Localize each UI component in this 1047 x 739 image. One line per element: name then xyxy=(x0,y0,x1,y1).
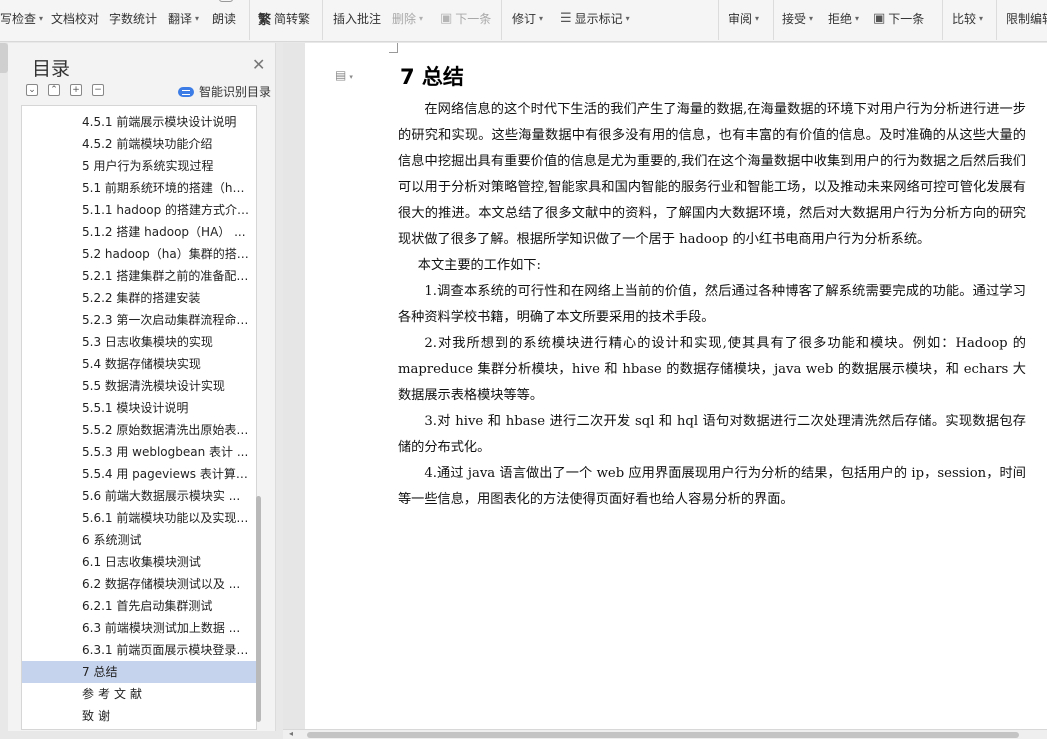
review-pane-button[interactable]: 审阅 ▾ xyxy=(728,0,759,36)
reject-change-button[interactable]: 拒绝 ▾ xyxy=(828,0,859,36)
document-area: ▤ ▾ 7 总结 在网络信息的这个时代下生活的我们产生了海量的数据,在海量数据的环… xyxy=(283,43,1047,729)
toc-item[interactable]: 5.2.1 搭建集群之前的准备配 ... xyxy=(22,265,256,287)
toc-item[interactable]: 5.1 前期系统环境的搭建（ha ... xyxy=(22,177,256,199)
toc-list-container: 4.5.1 前端展示模块设计说明 4.5.2 前端模块功能介绍 5 用户行为系统实现… xyxy=(21,105,257,730)
toc-item[interactable]: 6 系统测试 xyxy=(22,529,256,551)
delete-comment-button[interactable]: 删除 ▾ xyxy=(392,0,423,36)
toolbar-divider xyxy=(773,0,774,40)
toc-item[interactable]: 5.5 数据清洗模块设计实现 xyxy=(22,375,256,397)
collapse-level-icon[interactable]: − xyxy=(92,84,104,96)
accept-change-button[interactable]: 接受 ▾ xyxy=(782,0,813,36)
page-corner-mark xyxy=(389,52,398,53)
toolbar-divider xyxy=(501,0,502,40)
scroll-left-icon[interactable]: ◂ xyxy=(289,729,293,738)
toolbar-divider xyxy=(322,0,323,40)
section-heading: 7 总结 xyxy=(400,65,464,89)
chevron-down-icon: ▾ xyxy=(809,13,814,23)
next-comment-button[interactable]: ▣ 下一条 xyxy=(440,0,491,36)
document-body[interactable]: 在网络信息的这个时代下生活的我们产生了海量的数据,在海量数据的环境下对用户行为分… xyxy=(398,97,1026,513)
toc-item[interactable]: 5.2 hadoop（ha）集群的搭 ... xyxy=(22,243,256,265)
next-change-button[interactable]: ▣ 下一条 xyxy=(873,0,924,36)
toc-item[interactable]: 5.6.1 前端模块功能以及实现 ... xyxy=(22,507,256,529)
simplified-to-traditional-button[interactable]: 繁简转繁 xyxy=(258,0,310,36)
navigation-pane: 目录 ✕ ⌄ ⌃ + − 智能识别目录 4.5.1 前端展示模块设计说明 4.5.… xyxy=(8,43,276,731)
toc-scrollbar[interactable] xyxy=(256,496,261,722)
nav-pane-resize-handle[interactable] xyxy=(0,43,8,73)
toc-item[interactable]: 5.6 前端大数据展示模块实 ... xyxy=(22,485,256,507)
traditional-chinese-icon: 繁 xyxy=(258,12,272,28)
show-markup-button[interactable]: ☰ 显示标记 ▾ xyxy=(560,0,630,36)
toc-list: 4.5.1 前端展示模块设计说明 4.5.2 前端模块功能介绍 5 用户行为系统实现… xyxy=(22,111,256,727)
read-aloud-button[interactable]: 朗读 xyxy=(212,0,236,36)
toc-item[interactable]: 5.2.3 第一次启动集群流程命 ... xyxy=(22,309,256,331)
toc-item[interactable]: 5 用户行为系统实现过程 xyxy=(22,155,256,177)
toolbar-divider xyxy=(942,0,943,40)
chevron-down-icon: ▾ xyxy=(195,13,200,23)
chevron-down-icon: ▾ xyxy=(855,13,860,23)
next-comment-icon: ▣ xyxy=(440,10,453,26)
toolbar-divider xyxy=(249,0,250,40)
expand-all-icon[interactable]: ⌄ xyxy=(26,84,38,96)
chevron-down-icon: ▾ xyxy=(625,13,630,23)
chevron-down-icon: ▾ xyxy=(539,13,544,23)
paragraph: 1.调查本系统的可行性和在网络上当前的价值，然后通过各种博客了解系统需要完成的功… xyxy=(398,284,1026,325)
toc-item[interactable]: 6.2.1 首先启动集群测试 xyxy=(22,595,256,617)
nav-pane-title: 目录 xyxy=(32,58,71,80)
expand-level-icon[interactable]: + xyxy=(70,84,82,96)
toc-item[interactable]: 参考文献 xyxy=(22,683,256,705)
paragraph: 本文主要的工作如下: xyxy=(417,258,541,273)
toc-item[interactable]: 6.3 前端模块测试加上数据 ... xyxy=(22,617,256,639)
next-change-icon: ▣ xyxy=(873,10,886,26)
toc-item[interactable]: 5.1.1 hadoop 的搭建方式介 ... xyxy=(22,199,256,221)
toc-item-active[interactable]: 7 总结 xyxy=(22,661,256,683)
document-proofread-button[interactable]: 文档校对 xyxy=(51,0,99,36)
toc-item[interactable]: 6.3.1 前端页面展示模块登录 ... xyxy=(22,639,256,661)
toc-item[interactable]: 5.3 日志收集模块的实现 xyxy=(22,331,256,353)
restrict-editing-button[interactable]: 限制编辑 xyxy=(1006,0,1047,36)
insert-comment-button[interactable]: 插入批注 xyxy=(333,0,381,36)
toc-item[interactable]: 5.5.2 原始数据清洗出原始表 ... xyxy=(22,419,256,441)
track-changes-button[interactable]: 修订 ▾ xyxy=(512,0,543,36)
toc-item[interactable]: 5.1.2 搭建 hadoop（HA） ... xyxy=(22,221,256,243)
scrollbar-thumb[interactable] xyxy=(307,732,1019,738)
paragraph-menu-icon[interactable]: ▤ ▾ xyxy=(335,68,353,82)
review-toolbar: 写检查 ▾ 文档校对 字数统计 翻译 ▾ 朗读 繁简转繁 插入批注 删除 ▾ ▣ 下一条… xyxy=(0,0,1047,42)
toc-item[interactable]: 5.5.3 用 weblogbean 表计 ... xyxy=(22,441,256,463)
toc-item[interactable]: 致谢 xyxy=(22,705,256,727)
toc-item[interactable]: 4.5.2 前端模块功能介绍 xyxy=(22,133,256,155)
document-page[interactable]: ▤ ▾ 7 总结 在网络信息的这个时代下生活的我们产生了海量的数据,在海量数据的环… xyxy=(305,43,1047,729)
chevron-down-icon: ▾ xyxy=(979,13,984,23)
paragraph: 在网络信息的这个时代下生活的我们产生了海量的数据,在海量数据的环境下对用户行为分… xyxy=(398,102,1026,247)
horizontal-scrollbar[interactable]: ◂ xyxy=(283,729,1047,739)
chevron-down-icon: ▾ xyxy=(419,13,424,23)
collapse-all-icon[interactable]: ⌃ xyxy=(48,84,60,96)
chevron-down-icon: ▾ xyxy=(39,13,44,23)
toc-item[interactable]: 4.5.1 前端展示模块设计说明 xyxy=(22,111,256,133)
compare-button[interactable]: 比较 ▾ xyxy=(952,0,983,36)
toc-item[interactable]: 5.2.2 集群的搭建安装 xyxy=(22,287,256,309)
markup-icon: ☰ xyxy=(560,10,572,26)
translate-button[interactable]: 翻译 ▾ xyxy=(168,0,199,36)
toc-item[interactable]: 5.5.1 模块设计说明 xyxy=(22,397,256,419)
toc-item[interactable]: 5.5.4 用 pageviews 表计算 ... xyxy=(22,463,256,485)
toc-item[interactable]: 5.4 数据存储模块实现 xyxy=(22,353,256,375)
toc-item[interactable]: 6.2 数据存储模块测试以及 ... xyxy=(22,573,256,595)
paragraph: 4.通过 java 语言做出了一个 web 应用界面展现用户行为分析的结果，包括… xyxy=(398,466,1026,507)
close-icon[interactable]: ✕ xyxy=(252,55,265,74)
smart-cloud-icon xyxy=(178,86,194,97)
toc-item[interactable]: 6.1 日志收集模块测试 xyxy=(22,551,256,573)
toolbar-divider xyxy=(718,0,719,40)
paragraph: 2.对我所想到的系统模块进行精心的设计和实现,使其具有了很多功能和模块。例如：H… xyxy=(398,336,1026,403)
paragraph: 3.对 hive 和 hbase 进行二次开发 sql 和 hql 语句对数据进… xyxy=(398,414,1026,455)
word-count-button[interactable]: 字数统计 xyxy=(109,0,157,36)
spell-check-button[interactable]: 写检查 ▾ xyxy=(0,0,43,36)
toc-level-controls: ⌄ ⌃ + − xyxy=(26,84,104,96)
toolbar-divider xyxy=(996,0,997,40)
smart-toc-button[interactable]: 智能识别目录 xyxy=(178,83,271,100)
chevron-down-icon: ▾ xyxy=(755,13,760,23)
